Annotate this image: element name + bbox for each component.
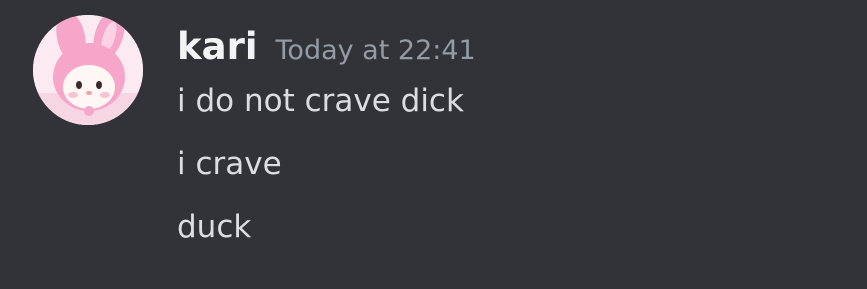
message-line: i do not crave dick — [177, 83, 464, 119]
chat-message: kari Today at 22:41 i do not crave dick i… — [0, 0, 867, 289]
message-header: kari Today at 22:41 — [177, 22, 476, 72]
pink-rabbit-character-icon — [33, 15, 143, 125]
avatar[interactable] — [33, 15, 143, 125]
username[interactable]: kari — [177, 22, 258, 72]
message-line: duck — [177, 209, 252, 245]
timestamp[interactable]: Today at 22:41 — [276, 26, 476, 76]
message-line: i crave — [177, 146, 282, 182]
